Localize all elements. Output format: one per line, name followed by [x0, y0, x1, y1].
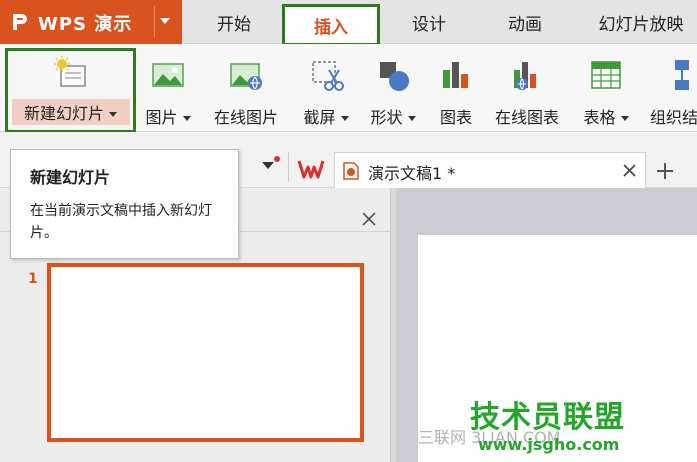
- new-tab-plus-icon[interactable]: [656, 162, 674, 180]
- menu-bar: WPS 演示 开始 插入 设计 动画 幻灯片放映: [0, 0, 697, 46]
- online-picture-button[interactable]: 在线图片: [205, 50, 287, 130]
- screenshot-button[interactable]: 截屏: [296, 50, 356, 130]
- slide-number: 1: [28, 271, 38, 287]
- online-picture-label: 在线图片: [213, 108, 278, 127]
- app-name: WPS 演示: [38, 14, 133, 35]
- presentation-file-icon: [343, 162, 359, 180]
- dot-icon: [274, 156, 280, 162]
- table-text: 表格: [575, 104, 637, 128]
- wps-logo-icon: [13, 14, 27, 30]
- online-chart-label: 在线图表: [494, 108, 559, 127]
- ribbon-insert: 新建幻灯片 图片 在线图片 截屏 形状 图表 在线图表 表格 组织结: [0, 44, 697, 133]
- picture-button[interactable]: 图片: [140, 50, 196, 130]
- separator: [288, 152, 289, 182]
- org-chart-icon: [675, 60, 689, 90]
- document-tab[interactable]: 演示文稿1 *: [334, 152, 646, 188]
- chart-label: 图表: [439, 108, 472, 127]
- chart-icon: [443, 62, 468, 88]
- document-tab-title: 演示文稿1 *: [368, 164, 456, 183]
- scissors-icon: [312, 61, 344, 91]
- screenshot-text: 截屏: [296, 104, 356, 128]
- separator: [154, 6, 155, 38]
- tooltip-body: 在当前演示文稿中插入新幻灯片。: [30, 203, 212, 241]
- screenshot-label: 截屏: [303, 108, 336, 127]
- picture-label: 图片: [145, 108, 178, 127]
- new-slide-button[interactable]: 新建幻灯片: [5, 48, 136, 133]
- tab-slideshow[interactable]: 幻灯片放映: [585, 0, 697, 44]
- tab-design[interactable]: 设计: [398, 0, 460, 44]
- new-slide-icon: [53, 56, 86, 87]
- watermark-main: 技术员联盟: [470, 400, 625, 435]
- chevron-down-icon: [340, 116, 349, 121]
- online-chart-icon: [514, 62, 536, 90]
- slide-thumbnail[interactable]: [47, 263, 364, 442]
- new-slide-text: 新建幻灯片: [8, 100, 133, 124]
- chevron-down-icon: [620, 116, 629, 121]
- table-icon: [591, 61, 621, 89]
- shape-icon: [380, 62, 409, 91]
- picture-text: 图片: [140, 104, 196, 128]
- table-button[interactable]: 表格: [575, 50, 637, 130]
- wps-w-logo-icon[interactable]: [297, 158, 325, 180]
- new-slide-label: 新建幻灯片: [23, 104, 104, 123]
- tab-home[interactable]: 开始: [203, 0, 265, 44]
- chevron-down-icon[interactable]: [160, 18, 170, 24]
- watermark-url: www.jsgho.com: [478, 435, 620, 454]
- close-icon[interactable]: [623, 164, 636, 177]
- tooltip-title: 新建幻灯片: [30, 168, 111, 187]
- online-chart-button[interactable]: 在线图表: [486, 50, 568, 130]
- new-slide-tooltip: 新建幻灯片 在当前演示文稿中插入新幻灯片。: [10, 149, 239, 259]
- online-picture-icon: [230, 63, 262, 90]
- chart-button[interactable]: 图表: [431, 50, 481, 130]
- chevron-down-icon[interactable]: [262, 162, 274, 169]
- tab-animation[interactable]: 动画: [490, 0, 560, 44]
- wps-app-button[interactable]: WPS 演示: [0, 0, 182, 44]
- smartart-label: 组织结: [650, 108, 697, 127]
- chevron-down-icon: [407, 116, 416, 121]
- smartart-button[interactable]: 组织结: [646, 50, 697, 130]
- picture-icon: [152, 63, 184, 87]
- shape-label: 形状: [370, 108, 403, 127]
- tab-insert[interactable]: 插入: [282, 4, 380, 46]
- chevron-down-icon: [109, 112, 117, 117]
- shape-button[interactable]: 形状: [363, 50, 423, 130]
- shape-text: 形状: [363, 104, 423, 128]
- table-label: 表格: [583, 108, 616, 127]
- chevron-down-icon: [182, 116, 191, 121]
- close-icon[interactable]: [362, 212, 376, 226]
